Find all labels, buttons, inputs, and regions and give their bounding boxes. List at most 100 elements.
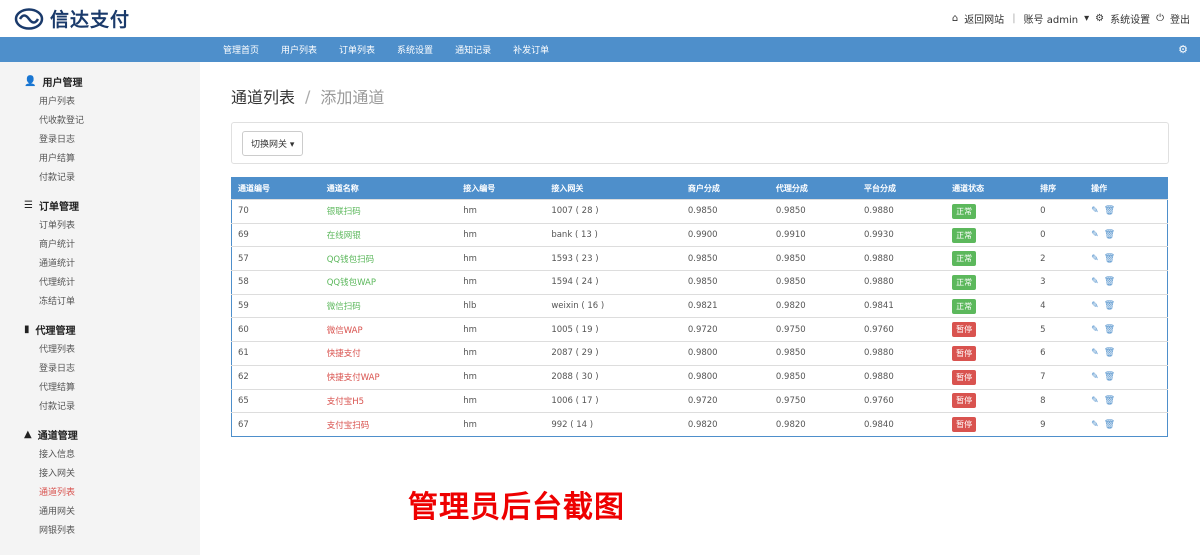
sidebar-item[interactable]: 用户列表	[0, 93, 200, 112]
sidebar-item[interactable]: 订单列表	[0, 217, 200, 236]
trash-icon[interactable]: 🗑	[1104, 420, 1115, 430]
table-cell: 0.9720	[681, 388, 770, 413]
table-cell: 0.9820	[769, 293, 858, 318]
sidebar-item[interactable]: 代理结算	[0, 379, 200, 398]
sidebar-item[interactable]: 商户统计	[0, 236, 200, 255]
nav-users[interactable]: 用户列表	[272, 43, 330, 56]
actions-cell: ✎ 🗑	[1085, 341, 1168, 366]
navbar-gear-icon[interactable]: ⚙	[1178, 43, 1188, 56]
table-cell: 67	[231, 412, 321, 437]
switch-gateway-button[interactable]: 切换网关 ▾	[242, 130, 304, 156]
trash-icon[interactable]: 🗑	[1104, 277, 1115, 287]
table-cell: 0.9841	[858, 293, 947, 318]
nav-home[interactable]: 管理首页	[214, 43, 272, 56]
table-cell: 992 ( 14 )	[545, 412, 682, 437]
sidebar-group-title[interactable]: ▮ 代理管理	[0, 322, 200, 337]
logo[interactable]: 信达支付	[14, 5, 130, 32]
table-cell: 6	[1034, 341, 1086, 366]
sidebar-item[interactable]: 通道统计	[0, 255, 200, 274]
sidebar-item[interactable]: 接入信息	[0, 446, 200, 465]
edit-icon[interactable]: ✎	[1091, 325, 1099, 335]
table-cell: 3	[1034, 270, 1086, 295]
status-cell: 暂停	[946, 341, 1035, 366]
table-row: 58 QQ钱包WAP hm 1594 ( 24 ) 0.9850 0.9850 0.9880…	[231, 270, 1168, 295]
status-cell: 正常	[946, 199, 1035, 224]
status-cell: 正常	[946, 222, 1035, 247]
sidebar-group-title[interactable]: 👤 用户管理	[0, 74, 200, 89]
edit-icon[interactable]: ✎	[1091, 254, 1099, 264]
sidebar-group-title[interactable]: ▲ 通道管理	[0, 427, 200, 442]
trash-icon[interactable]: 🗑	[1104, 254, 1115, 264]
edit-icon[interactable]: ✎	[1091, 206, 1099, 216]
table-cell: 0.9800	[681, 341, 770, 366]
top-right-menu: ⌂ 返回网站 | 账号 admin ▾ ⚙ 系统设置 ⏻ 登出	[952, 11, 1190, 26]
nav-settings[interactable]: 系统设置	[388, 43, 446, 56]
trash-icon[interactable]: 🗑	[1104, 372, 1115, 382]
sidebar-item[interactable]: 网银列表	[0, 522, 200, 541]
channel-name-cell: 快捷支付WAP	[320, 364, 458, 389]
trash-icon[interactable]: 🗑	[1104, 301, 1115, 311]
logo-text: 信达支付	[50, 9, 131, 31]
trash-icon[interactable]: 🗑	[1104, 206, 1115, 216]
sidebar-item[interactable]: 代理统计	[0, 274, 200, 293]
nav-orders[interactable]: 订单列表	[330, 43, 388, 56]
trash-icon[interactable]: 🗑	[1104, 396, 1115, 406]
nav-resend-orders[interactable]: 补发订单	[504, 43, 562, 56]
sidebar-item[interactable]: 付款记录	[0, 398, 200, 417]
sidebar-item[interactable]: 冻结订单	[0, 293, 200, 312]
table-cell: hm	[457, 246, 546, 271]
divider: |	[1012, 13, 1016, 24]
sidebar-item[interactable]: 代收款登记	[0, 112, 200, 131]
account-dropdown[interactable]: 账号 admin	[1024, 11, 1079, 26]
sidebar-group-channels: ▲ 通道管理 接入信息 接入网关 通道列表 通用网关 网银列表	[0, 427, 200, 541]
channel-name-cell: QQ钱包扫码	[320, 246, 458, 271]
edit-icon[interactable]: ✎	[1091, 230, 1099, 240]
logout-link[interactable]: 登出	[1170, 11, 1190, 26]
sidebar-item[interactable]: 付款记录	[0, 169, 200, 188]
edit-icon[interactable]: ✎	[1091, 277, 1099, 287]
status-badge: 暂停	[952, 393, 977, 409]
sidebar-item[interactable]: 代理列表	[0, 341, 200, 360]
settings-link[interactable]: 系统设置	[1110, 11, 1150, 26]
trash-icon[interactable]: 🗑	[1104, 348, 1115, 358]
sidebar-item[interactable]: 用户结算	[0, 150, 200, 169]
back-site-link[interactable]: 返回网站	[964, 11, 1004, 26]
edit-icon[interactable]: ✎	[1091, 301, 1099, 311]
file-icon: ▮	[24, 324, 30, 335]
table-cell: 8	[1034, 388, 1086, 413]
sidebar-item[interactable]: 接入网关	[0, 465, 200, 484]
sidebar-group-title[interactable]: ☰ 订单管理	[0, 198, 200, 213]
watermark-text: 管理员后台截图	[408, 490, 625, 525]
gear-icon: ⚙	[1095, 13, 1105, 24]
channel-name-cell: 微信WAP	[320, 317, 458, 342]
table-cell: 0.9930	[858, 222, 947, 247]
table-cell: 0.9760	[858, 317, 947, 342]
table-cell: 0.9850	[769, 246, 858, 271]
table-cell: 0.9850	[681, 270, 770, 295]
status-cell: 暂停	[946, 364, 1035, 389]
status-cell: 正常	[946, 270, 1035, 295]
breadcrumb-add-channel[interactable]: 添加通道	[320, 84, 384, 108]
list-icon: ☰	[24, 200, 33, 211]
column-header: 操作	[1091, 184, 1108, 193]
status-badge: 正常	[952, 298, 977, 314]
table-cell: 1006 ( 17 )	[545, 388, 682, 413]
status-badge: 正常	[952, 274, 977, 290]
actions-cell: ✎ 🗑	[1085, 388, 1168, 413]
edit-icon[interactable]: ✎	[1091, 372, 1099, 382]
sidebar-item[interactable]: 通用网关	[0, 503, 200, 522]
trash-icon[interactable]: 🗑	[1104, 230, 1115, 240]
status-cell: 暂停	[946, 388, 1035, 413]
trash-icon[interactable]: 🗑	[1104, 325, 1115, 335]
table-cell: hm	[457, 270, 546, 295]
edit-icon[interactable]: ✎	[1091, 348, 1099, 358]
sidebar-item-active[interactable]: 通道列表	[0, 484, 200, 503]
sidebar-item[interactable]: 登录日志	[0, 131, 200, 150]
sidebar-item[interactable]: 登录日志	[0, 360, 200, 379]
edit-icon[interactable]: ✎	[1091, 396, 1099, 406]
edit-icon[interactable]: ✎	[1091, 420, 1099, 430]
column-header: 通道编号	[238, 184, 270, 193]
table-row: 69 在线网银 hm bank ( 13 ) 0.9900 0.9910 0.9930 正常 0…	[231, 222, 1168, 247]
table-cell: hm	[457, 199, 546, 224]
nav-notifications[interactable]: 通知记录	[446, 43, 504, 56]
